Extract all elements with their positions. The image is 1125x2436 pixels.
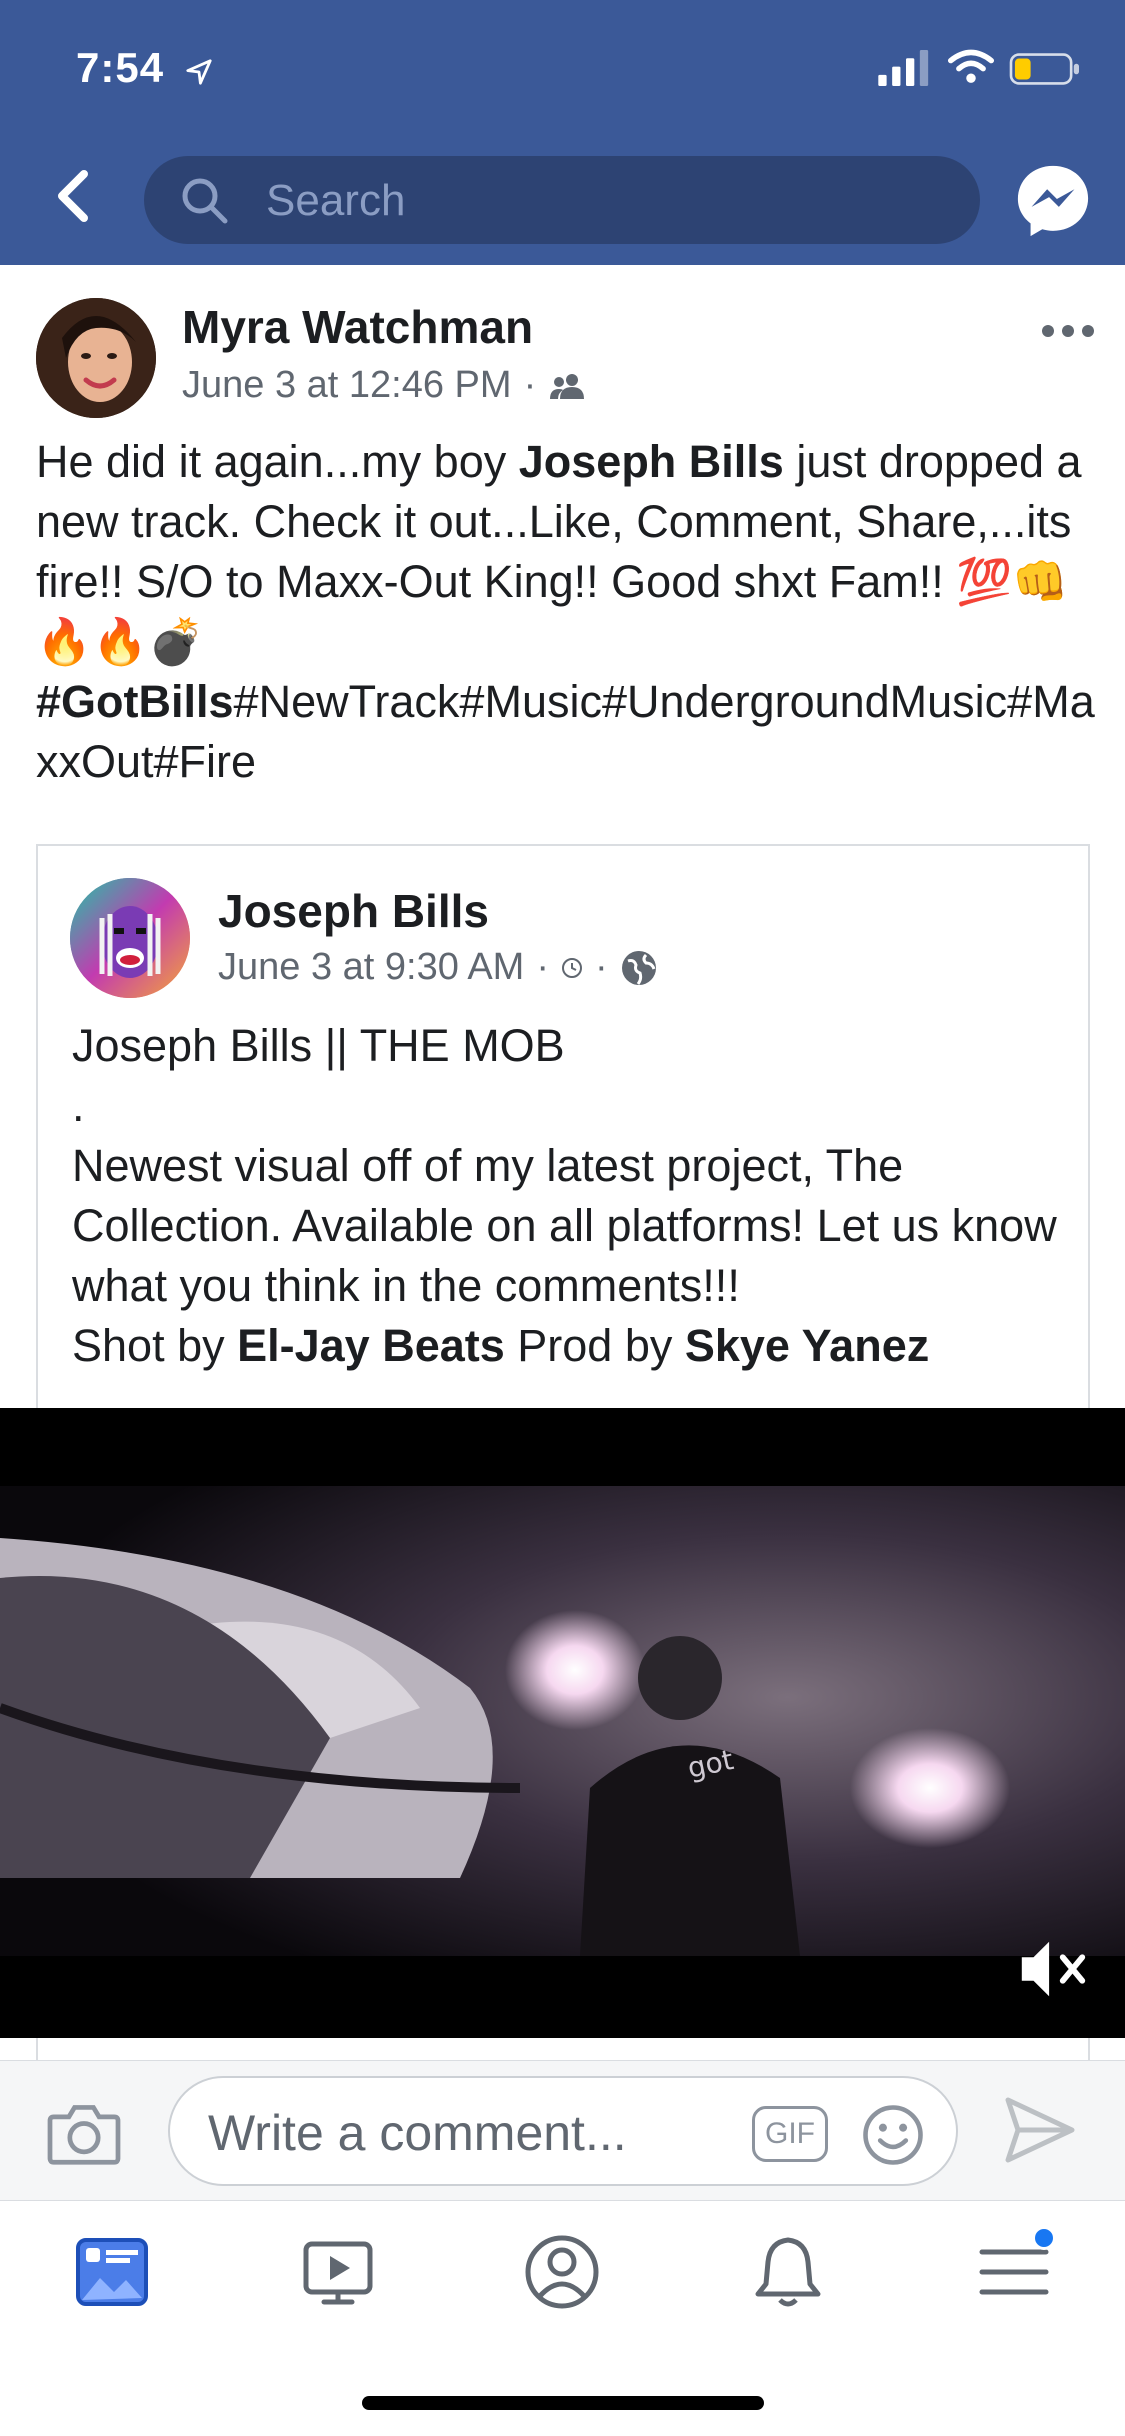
meta-separator: · <box>523 364 537 406</box>
post-timestamp[interactable]: June 3 at 12:46 PM <box>182 364 512 407</box>
news-feed-icon[interactable] <box>72 2232 152 2312</box>
search-placeholder: Search <box>266 176 406 225</box>
bell-icon[interactable] <box>748 2232 828 2312</box>
screen: 7:54 Search Myra Watchman June 3 at 12:4… <box>0 0 1125 2436</box>
avatar-face <box>36 298 156 418</box>
video-frame: got <box>0 1408 1125 2038</box>
mention-skye-yanez[interactable]: Skye Yanez <box>685 1320 929 1371</box>
messenger-icon[interactable] <box>1014 162 1092 240</box>
meta-separator: · <box>536 946 549 988</box>
back-button[interactable] <box>44 162 100 230</box>
camera-icon[interactable] <box>46 2098 122 2166</box>
gif-button[interactable]: GIF <box>752 2106 828 2162</box>
shared-avatar[interactable] <box>70 878 190 998</box>
credit-mid: Prod by <box>504 1320 685 1371</box>
shared-avatar-art <box>70 878 190 998</box>
location-arrow-icon <box>186 59 212 85</box>
wifi-icon <box>948 49 994 83</box>
meta-separator: · <box>594 946 608 988</box>
shared-title: Joseph Bills || THE MOB <box>72 1020 565 1071</box>
credit-prefix: Shot by <box>72 1320 238 1371</box>
shared-timestamp[interactable]: June 3 at 9:30 AM <box>218 946 524 989</box>
back-arrow-icon <box>58 170 88 222</box>
post-text-intro: He did it again...my boy <box>36 436 519 487</box>
mention-el-jay-beats[interactable]: El-Jay Beats <box>237 1320 505 1371</box>
emoji-icon[interactable] <box>860 2102 926 2168</box>
video-player[interactable]: got <box>0 1408 1125 2038</box>
send-icon[interactable] <box>1004 2096 1076 2164</box>
avatar[interactable] <box>36 298 156 418</box>
poster-name[interactable]: Myra Watchman <box>182 300 533 354</box>
profile-icon[interactable] <box>522 2232 602 2312</box>
post-meta: June 3 at 12:46 PM · <box>182 364 586 407</box>
comment-input[interactable]: Write a comment... GIF <box>168 2076 958 2186</box>
search-input[interactable]: Search <box>144 156 980 244</box>
post-text: He did it again...my boy Joseph Bills ju… <box>36 432 1096 792</box>
status-time: 7:54 <box>76 44 165 91</box>
shared-credits: Shot by El-Jay Beats Prod by Skye Yanez <box>72 1316 1072 1376</box>
home-indicator[interactable] <box>362 2396 764 2410</box>
mute-icon[interactable] <box>1014 1930 1092 2008</box>
globe-icon <box>621 950 656 985</box>
shared-dot: . <box>72 1080 85 1131</box>
watch-icon[interactable] <box>298 2232 378 2312</box>
menu-notification-dot <box>1032 2226 1056 2250</box>
shared-post-text: Joseph Bills || THE MOB . Newest visual … <box>72 1016 1072 1376</box>
shared-author-name[interactable]: Joseph Bills <box>218 884 489 938</box>
signal-icon <box>878 50 929 86</box>
hashtag-gotbills[interactable]: #GotBills <box>36 676 234 727</box>
shared-post-meta: June 3 at 9:30 AM · · <box>218 946 658 989</box>
comment-placeholder: Write a comment... <box>208 2105 627 2161</box>
search-icon <box>182 178 228 224</box>
shared-body: Newest visual off of my latest project, … <box>72 1140 1057 1311</box>
more-icon[interactable] <box>1038 316 1098 346</box>
friends-icon <box>550 373 585 399</box>
mention-joseph-bills[interactable]: Joseph Bills <box>519 436 784 487</box>
battery-icon <box>1009 53 1079 85</box>
clock-icon <box>561 957 582 978</box>
